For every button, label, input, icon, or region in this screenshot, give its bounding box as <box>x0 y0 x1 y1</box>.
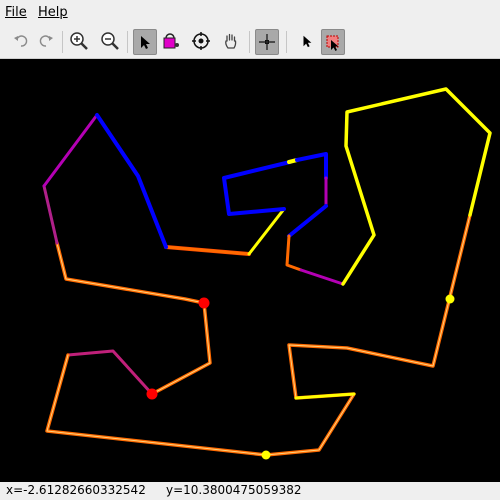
middle-polygon-blue <box>287 204 328 238</box>
undo-button[interactable] <box>9 29 33 53</box>
undo-icon <box>14 35 28 47</box>
toolbar-separator <box>62 31 63 53</box>
left-polygon-magenta-segment <box>42 113 99 188</box>
zoom-out-button[interactable] <box>98 29 122 53</box>
file-menu-label: File <box>5 5 27 20</box>
toolbar <box>0 25 500 59</box>
bottom-left-loop-magenta <box>66 349 154 396</box>
select-arrow-icon <box>141 36 150 49</box>
zoom-in-icon <box>70 32 88 50</box>
target-button[interactable] <box>189 29 213 53</box>
middle-polygon-blue <box>295 152 328 180</box>
red-point[interactable] <box>198 297 210 309</box>
redo-button[interactable] <box>34 29 58 53</box>
file-menu[interactable]: File <box>5 5 27 20</box>
left-polygon-blue-segment <box>95 113 168 249</box>
paint-bucket-icon <box>163 33 179 49</box>
status-x-coordinate: x=-2.61282660332542 <box>6 483 146 497</box>
status-bar: x=-2.61282660332542 y=10.3800475059382 <box>0 482 500 500</box>
left-polygon-orange-segment <box>55 241 212 396</box>
toolbar-separator <box>127 31 128 53</box>
left-polygon-orange-segment <box>164 245 251 256</box>
middle-polygon-blue <box>222 160 292 216</box>
toolbar-separator <box>286 31 287 53</box>
toolbar-separator <box>249 31 250 53</box>
pointer-icon <box>303 35 312 48</box>
bottom-left-loop[interactable] <box>45 213 472 457</box>
middle-polygon-orange <box>285 234 303 272</box>
hand-pan-icon <box>225 33 237 49</box>
bottom-left-loop-orange-highlight <box>46 214 471 456</box>
target-icon <box>192 32 210 50</box>
middle-polygon[interactable] <box>222 152 345 286</box>
canvas-drawing <box>42 87 492 460</box>
redo-icon <box>39 35 53 47</box>
pointer-button[interactable] <box>295 29 319 53</box>
right-polygon-yellow <box>341 87 492 286</box>
left-polygon-magenta-segment <box>42 184 59 245</box>
left-polygon-orange-segment <box>56 242 211 395</box>
drawing-canvas[interactable] <box>0 59 500 482</box>
select-tool-button[interactable] <box>133 29 157 55</box>
status-y-coordinate: y=10.3800475059382 <box>166 483 302 497</box>
help-menu[interactable]: Help <box>38 5 68 20</box>
crosshair-icon <box>259 34 275 50</box>
bottom-left-loop-orange <box>45 213 472 457</box>
middle-polygon-magenta <box>299 268 345 286</box>
right-polygon[interactable] <box>341 87 492 286</box>
help-menu-label: Help <box>38 5 68 20</box>
left-polygon-yellow-segment <box>247 207 286 256</box>
crosshair-button[interactable] <box>255 29 279 55</box>
zoom-out-icon <box>101 32 119 50</box>
transform-select-button[interactable] <box>321 29 345 55</box>
hand-pan-button[interactable] <box>219 29 243 53</box>
yellow-point[interactable] <box>445 294 455 304</box>
red-point[interactable] <box>146 388 158 400</box>
paint-bucket-button[interactable] <box>159 29 183 53</box>
bottom-yellow-segment <box>294 392 356 400</box>
left-polygon[interactable] <box>42 113 286 396</box>
zoom-in-button[interactable] <box>67 29 91 53</box>
transform-select-icon <box>326 35 339 51</box>
menu-bar: File Help <box>0 0 500 25</box>
yellow-point[interactable] <box>261 450 271 460</box>
